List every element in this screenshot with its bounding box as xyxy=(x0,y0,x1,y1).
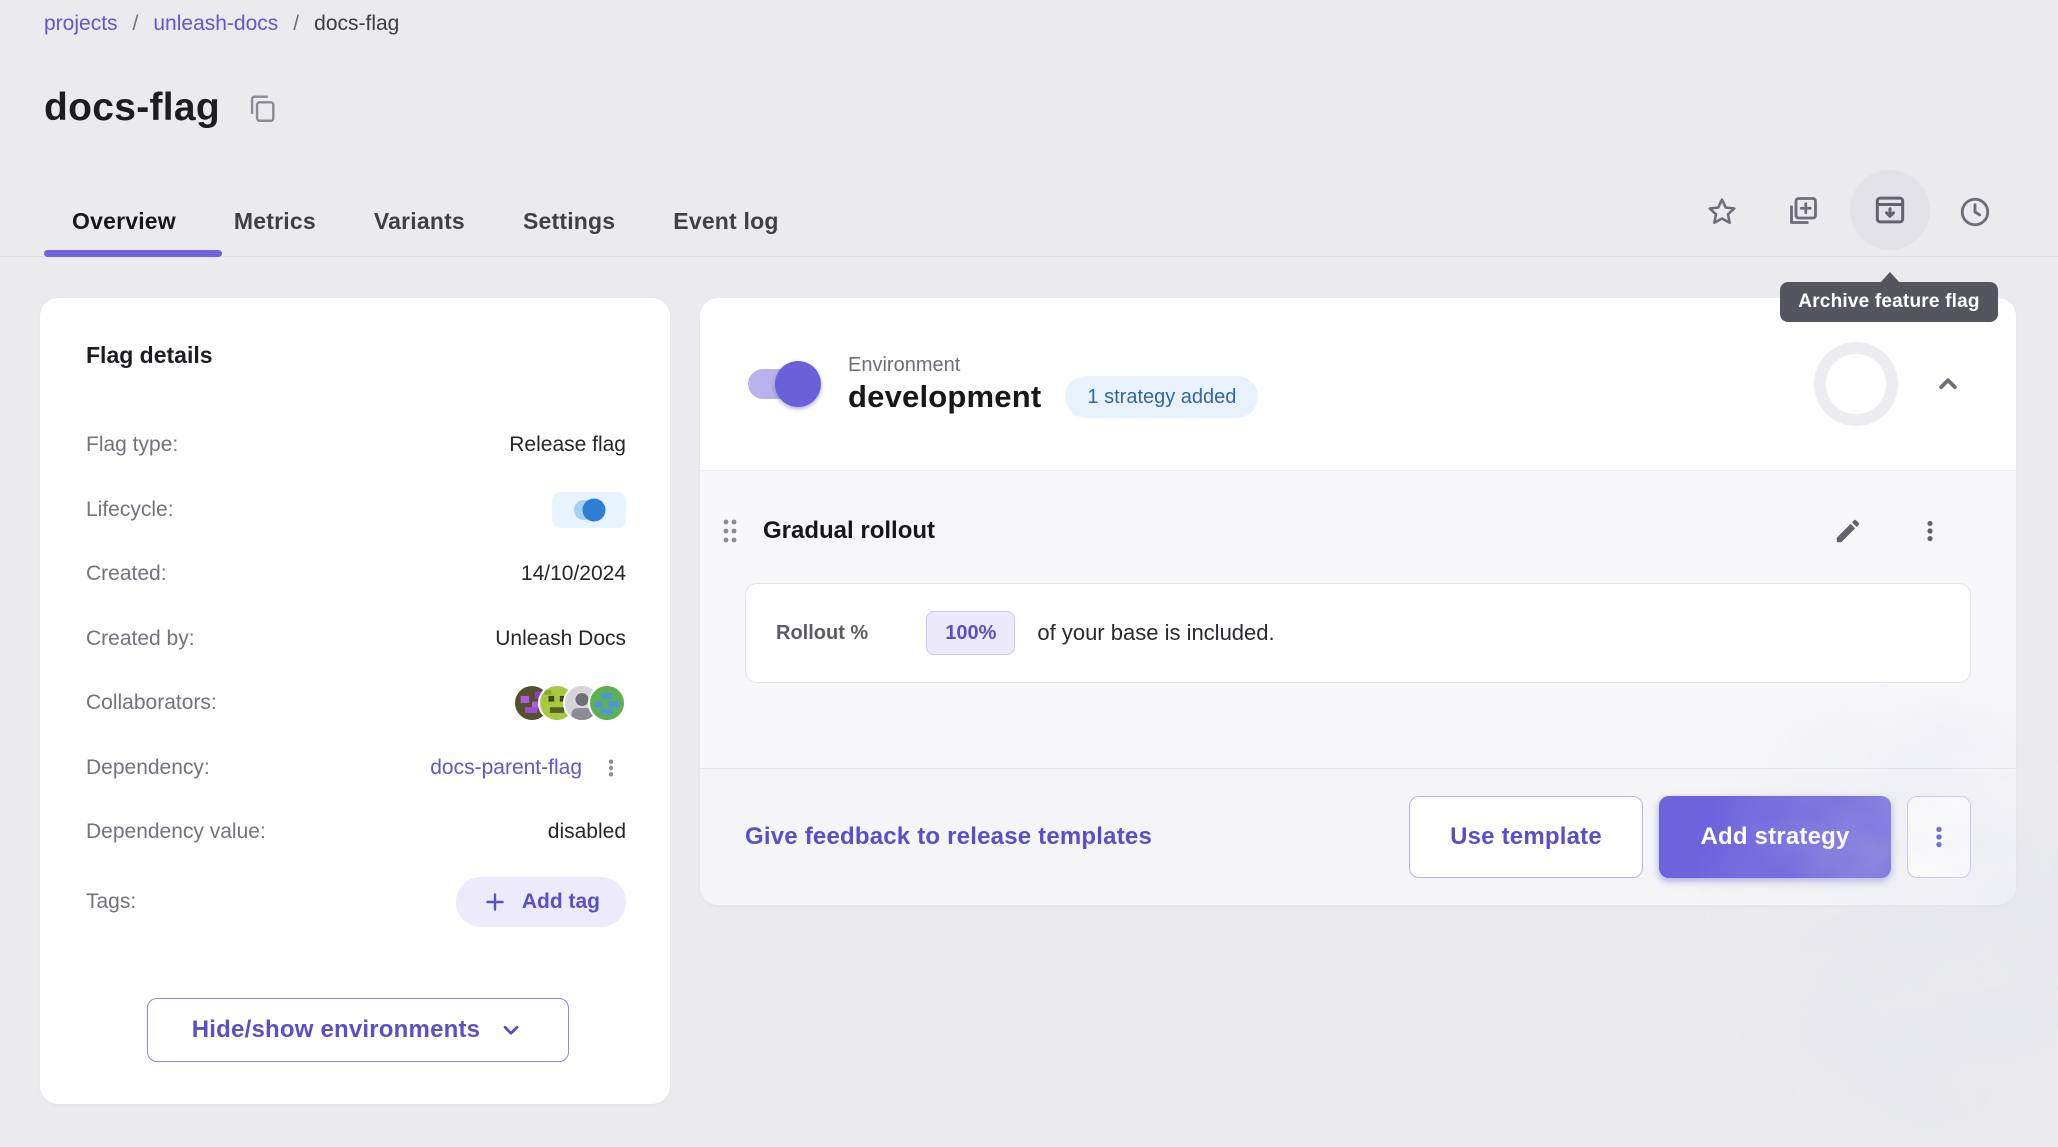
breadcrumb: projects / unleash-docs / docs-flag xyxy=(44,12,399,36)
tags-label: Tags: xyxy=(86,890,136,914)
plus-icon xyxy=(482,889,508,915)
tab-bar: Overview Metrics Variants Settings Event… xyxy=(44,192,808,250)
page-title: docs-flag xyxy=(44,86,220,130)
archive-tooltip: Archive feature flag xyxy=(1780,282,1998,322)
breadcrumb-current-flag: docs-flag xyxy=(314,12,399,36)
row-collaborators: Collaborators: xyxy=(86,671,626,736)
breadcrumb-projects[interactable]: projects xyxy=(44,12,118,36)
tab-settings[interactable]: Settings xyxy=(494,192,644,250)
environment-footer: Give feedback to release templates Use t… xyxy=(700,768,2016,905)
rollout-percentage-chip: 100% xyxy=(926,611,1015,655)
favorite-star-icon[interactable] xyxy=(1694,184,1750,240)
row-tags: Tags: Add tag xyxy=(86,865,626,939)
row-lifecycle: Lifecycle: xyxy=(86,478,626,543)
flag-details-title: Flag details xyxy=(86,342,626,369)
add-strategy-button[interactable]: Add strategy xyxy=(1659,796,1891,878)
add-tag-button[interactable]: Add tag xyxy=(456,877,626,927)
strategy-menu-kebab-icon[interactable] xyxy=(1906,507,1954,555)
environment-label: Environment xyxy=(848,354,1041,377)
collapse-chevron-up-icon[interactable] xyxy=(1924,360,1972,408)
edit-strategy-pencil-icon[interactable] xyxy=(1824,507,1872,555)
rollout-summary: Rollout % 100% of your base is included. xyxy=(745,583,1971,683)
more-actions-kebab-button[interactable] xyxy=(1907,796,1971,878)
flag-details-rows: Flag type: Release flag Lifecycle: Creat… xyxy=(86,413,626,939)
tab-variants[interactable]: Variants xyxy=(345,192,494,250)
history-clock-icon[interactable] xyxy=(1947,184,2003,240)
environment-toggle[interactable] xyxy=(748,361,818,407)
row-dependency-value: Dependency value: disabled xyxy=(86,800,626,865)
dependency-flag-link[interactable]: docs-parent-flag xyxy=(430,756,582,780)
flag-type-value: Release flag xyxy=(509,433,626,457)
lifecycle-label: Lifecycle: xyxy=(86,498,174,522)
row-flag-type: Flag type: Release flag xyxy=(86,413,626,478)
footer-actions: Use template Add strategy xyxy=(1409,796,1971,878)
hide-show-environments-button[interactable]: Hide/show environments xyxy=(147,998,569,1062)
hide-show-environments-label: Hide/show environments xyxy=(192,1016,480,1044)
dependency-value-label: Dependency value: xyxy=(86,820,266,844)
row-created: Created: 14/10/2024 xyxy=(86,542,626,607)
environment-header: Environment development 1 strategy added xyxy=(700,298,2016,470)
strategy-header: Gradual rollout xyxy=(700,495,2016,567)
kebab-icon xyxy=(1926,822,1952,852)
strategy-count-badge: 1 strategy added xyxy=(1065,376,1258,418)
dependency-value-value: disabled xyxy=(548,820,626,844)
collaborator-avatars[interactable] xyxy=(513,684,626,722)
created-value: 14/10/2024 xyxy=(521,562,626,586)
release-templates-feedback-link[interactable]: Give feedback to release templates xyxy=(745,823,1152,851)
copy-name-icon[interactable] xyxy=(242,88,282,128)
created-label: Created: xyxy=(86,562,167,586)
tab-metrics[interactable]: Metrics xyxy=(205,192,345,250)
chevron-down-icon xyxy=(498,1017,524,1043)
environment-name: development xyxy=(848,379,1041,415)
drag-handle-icon[interactable] xyxy=(715,509,745,553)
page-title-row: docs-flag xyxy=(44,86,282,130)
copy-flag-icon[interactable] xyxy=(1774,184,1830,240)
tabs-divider xyxy=(0,256,2058,257)
lifecycle-stage-icon[interactable] xyxy=(552,492,626,528)
use-template-button[interactable]: Use template xyxy=(1409,796,1643,878)
collaborators-label: Collaborators: xyxy=(86,691,217,715)
flag-details-panel: Flag details Flag type: Release flag Lif… xyxy=(40,298,670,1104)
breadcrumb-separator: / xyxy=(293,12,299,36)
toggle-thumb xyxy=(775,361,821,407)
created-by-value: Unleash Docs xyxy=(495,627,626,651)
strategy-title: Gradual rollout xyxy=(763,517,935,545)
strategy-section: Gradual rollout Rollout % 100% of your b… xyxy=(700,470,2016,768)
dependency-menu-kebab-icon[interactable] xyxy=(596,748,626,788)
archive-flag-icon[interactable] xyxy=(1850,170,1930,250)
avatar xyxy=(588,684,626,722)
breadcrumb-project-name[interactable]: unleash-docs xyxy=(153,12,278,36)
row-dependency: Dependency: docs-parent-flag xyxy=(86,736,626,801)
tab-overview[interactable]: Overview xyxy=(44,192,205,250)
environment-text: Environment development xyxy=(848,354,1041,415)
dependency-label: Dependency: xyxy=(86,756,210,780)
rollout-label: Rollout % xyxy=(776,622,868,645)
add-tag-label: Add tag xyxy=(522,890,600,914)
environment-accordion: Environment development 1 strategy added… xyxy=(700,298,2016,905)
metrics-ring xyxy=(1814,342,1898,426)
rollout-description: of your base is included. xyxy=(1037,620,1274,646)
dependency-value-wrap: docs-parent-flag xyxy=(430,748,626,788)
flag-type-label: Flag type: xyxy=(86,433,178,457)
tab-event-log[interactable]: Event log xyxy=(644,192,807,250)
active-tab-indicator xyxy=(44,250,222,257)
row-created-by: Created by: Unleash Docs xyxy=(86,607,626,672)
created-by-label: Created by: xyxy=(86,627,195,651)
breadcrumb-separator: / xyxy=(133,12,139,36)
